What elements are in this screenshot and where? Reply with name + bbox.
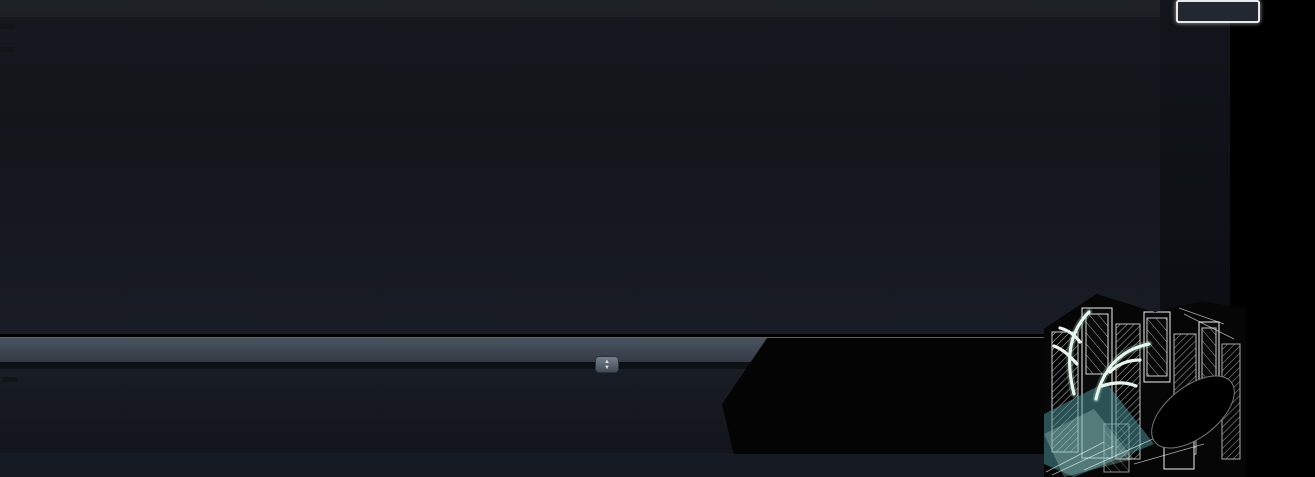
panel-splitter-button[interactable]: ▲ ▼ (595, 356, 619, 373)
trading-chart-window: ▲ ▼ (0, 0, 1315, 477)
artwork-collage (1044, 294, 1246, 477)
price-marker-current (1176, 0, 1260, 23)
arrow-down-icon: ▼ (604, 365, 610, 371)
comment-bubble (722, 338, 1056, 454)
